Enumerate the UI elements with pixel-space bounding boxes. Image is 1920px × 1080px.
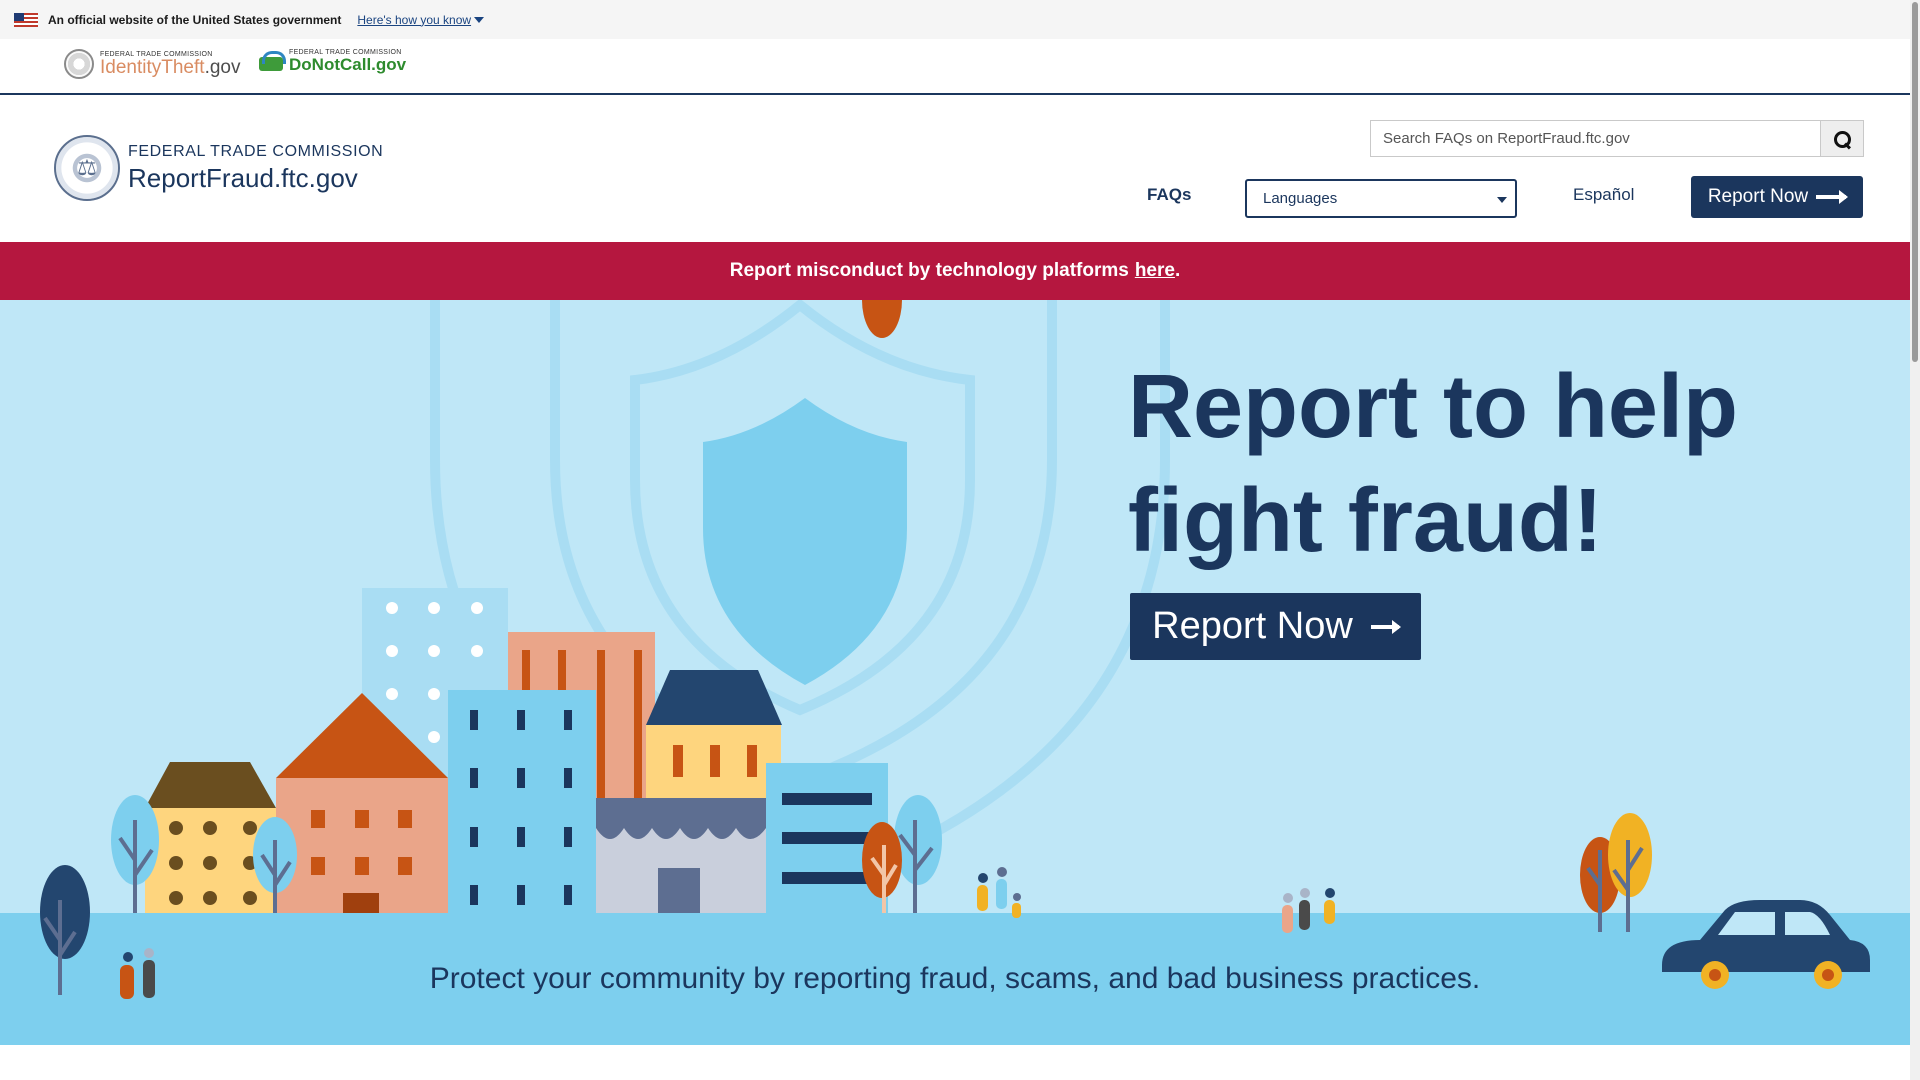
brand-agency: FEDERAL TRADE COMMISSION	[128, 143, 383, 161]
blue-building	[448, 690, 596, 913]
ftc-seal-icon	[54, 135, 120, 201]
alert-here-link[interactable]: here	[1135, 260, 1175, 282]
scrollbar-thumb[interactable]	[1912, 2, 1918, 362]
report-now-hero-button[interactable]: Report Now	[1130, 593, 1421, 660]
hero-tagline: Protect your community by reporting frau…	[0, 962, 1910, 996]
partner-sites-bar: FEDERAL TRADE COMMISSION IdentityTheft.g…	[0, 39, 1910, 95]
gov-banner: An official website of the United States…	[0, 0, 1910, 39]
search-form	[1370, 120, 1864, 157]
nav-espanol-link[interactable]: Español	[1573, 185, 1634, 205]
site-header: FEDERAL TRADE COMMISSION ReportFraud.ftc…	[0, 95, 1910, 242]
gov-official-text: An official website of the United States…	[48, 13, 341, 27]
right-arrow-icon	[1816, 195, 1846, 199]
identitytheft-link[interactable]: FEDERAL TRADE COMMISSION IdentityTheft.g…	[64, 49, 240, 79]
alert-banner: Report misconduct by technology platform…	[0, 242, 1910, 300]
how-you-know-link[interactable]: Here's how you know	[357, 13, 471, 27]
chevron-down-icon	[1497, 197, 1507, 203]
brand-site-name: ReportFraud.ftc.gov	[128, 163, 383, 194]
right-arrow-icon	[1371, 625, 1399, 629]
people-group-1	[977, 867, 1021, 918]
report-now-header-label: Report Now	[1708, 186, 1808, 208]
search-input[interactable]	[1370, 120, 1820, 157]
ftc-seal-icon	[64, 49, 94, 79]
shield-icon	[703, 398, 907, 685]
languages-select-value: Languages	[1263, 190, 1337, 207]
nav-faqs-link[interactable]: FAQs	[1147, 185, 1191, 205]
identitytheft-name: IdentityTheft.gov	[100, 58, 240, 77]
alert-trailing: .	[1175, 260, 1180, 282]
magnifier-icon	[1834, 131, 1850, 147]
chevron-down-icon[interactable]	[474, 17, 484, 23]
hero-section: Report to help fight fraud! Report Now P…	[0, 300, 1910, 1045]
phone-icon	[257, 49, 285, 73]
donotcall-name: DoNotCall.gov	[289, 56, 406, 73]
site-logo-link[interactable]: FEDERAL TRADE COMMISSION ReportFraud.ftc…	[54, 135, 383, 201]
alert-text: Report misconduct by technology platform…	[730, 260, 1129, 282]
search-button[interactable]	[1820, 120, 1864, 157]
us-flag-icon	[14, 13, 38, 27]
report-now-hero-label: Report Now	[1152, 605, 1353, 648]
hero-title: Report to help fight fraud!	[1128, 350, 1828, 578]
donotcall-link[interactable]: FEDERAL TRADE COMMISSION DoNotCall.gov	[257, 49, 406, 73]
report-now-header-button[interactable]: Report Now	[1691, 176, 1863, 218]
languages-select[interactable]: Languages	[1245, 179, 1517, 218]
